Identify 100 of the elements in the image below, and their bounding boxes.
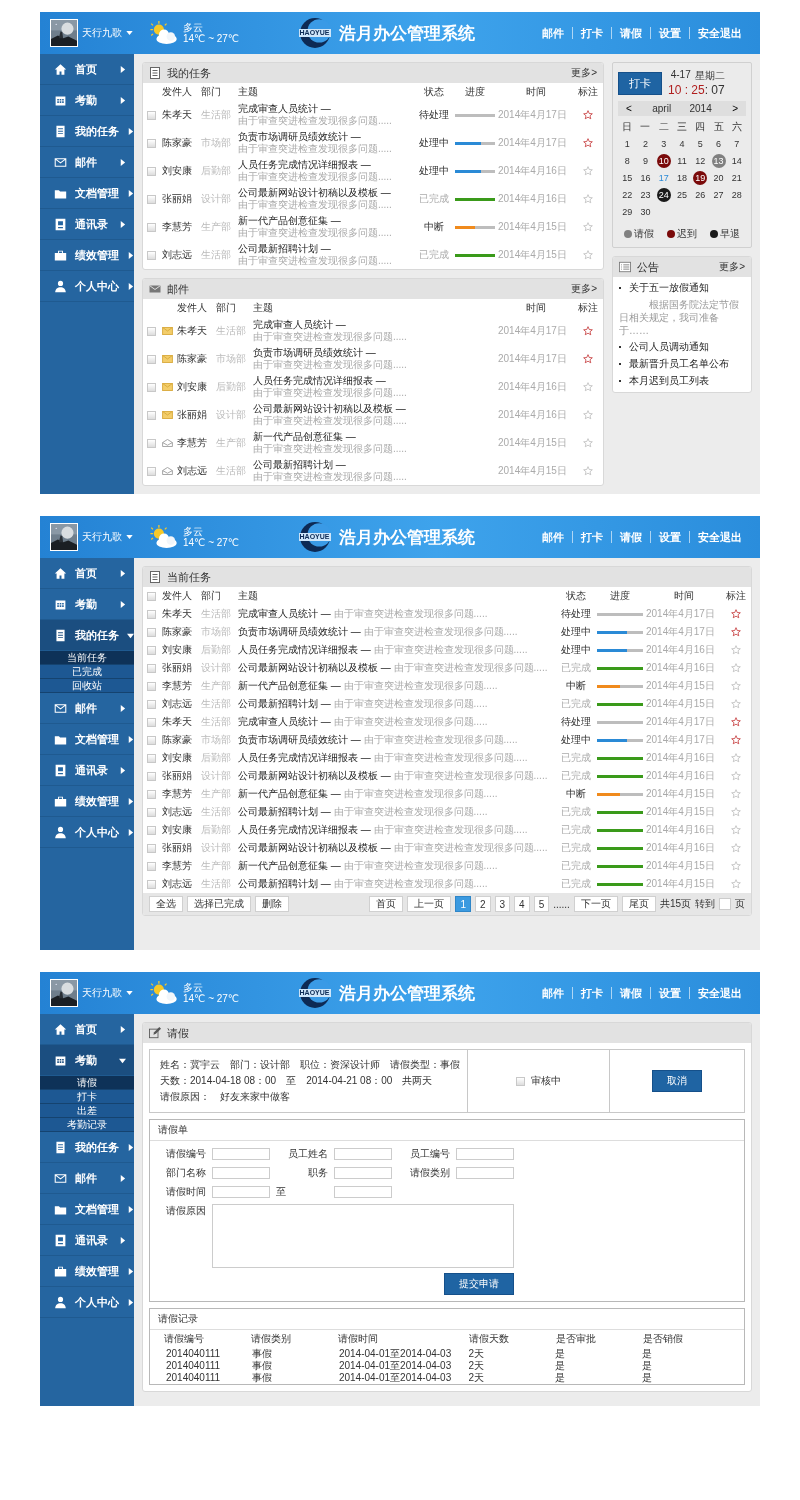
submenu-item[interactable]: 打卡	[40, 1090, 134, 1104]
star-icon[interactable]	[583, 438, 593, 448]
more-link[interactable]: 更多>	[719, 260, 745, 274]
checkbox[interactable]	[147, 250, 156, 260]
page-button[interactable]: 5	[533, 896, 550, 912]
user-name[interactable]: 天行九歌	[82, 986, 122, 1000]
star-icon[interactable]	[731, 663, 741, 673]
checkbox[interactable]	[147, 591, 156, 601]
star-icon[interactable]	[583, 194, 593, 204]
calendar-day[interactable]: 4	[675, 137, 689, 151]
page-button[interactable]: 3	[494, 896, 511, 912]
checkbox[interactable]	[147, 879, 156, 889]
sidebar-item[interactable]: 我的任务	[40, 620, 134, 651]
star-icon[interactable]	[583, 166, 593, 176]
checkbox[interactable]	[147, 410, 156, 420]
star-icon[interactable]	[731, 807, 741, 817]
notice-link[interactable]: 关于五一放假通知	[629, 281, 709, 295]
sidebar-item[interactable]: 考勤	[40, 1045, 134, 1076]
calendar-day[interactable]: 23	[638, 188, 653, 202]
calendar-day[interactable]: 26	[693, 188, 708, 202]
input-field[interactable]	[212, 1186, 270, 1198]
input-field[interactable]	[212, 1167, 270, 1179]
notice-link[interactable]: 公司人员调动通知	[629, 340, 709, 354]
task-subject[interactable]: 人员任务完成情况详细报表 —	[238, 824, 371, 835]
calendar-day[interactable]: 22	[620, 188, 635, 202]
input-field[interactable]	[456, 1167, 514, 1179]
star-icon[interactable]	[731, 879, 741, 889]
star-icon[interactable]	[731, 627, 741, 637]
task-subject[interactable]: 完成审查人员统计 —	[238, 608, 331, 619]
calendar-day[interactable]: 30	[638, 205, 653, 219]
task-subject[interactable]: 新一代产品创意征集 —	[238, 680, 341, 691]
input-field[interactable]	[334, 1148, 392, 1160]
checkbox[interactable]	[147, 326, 156, 336]
previous-page-button[interactable]: 上一页	[407, 896, 452, 912]
task-subject[interactable]: 公司最新网站设计初稿以及模板 —	[238, 662, 391, 673]
mail-subject[interactable]: 新一代产品创意征集 —	[253, 431, 495, 443]
checkbox[interactable]	[147, 194, 156, 204]
submit-button[interactable]: 提交申请	[444, 1273, 514, 1295]
calendar-day[interactable]: 6	[711, 137, 726, 151]
calendar-day[interactable]: 14	[729, 154, 744, 168]
calendar-day[interactable]: 9	[638, 154, 653, 168]
input-field[interactable]	[334, 1167, 392, 1179]
checkbox[interactable]	[147, 681, 156, 691]
checkbox[interactable]	[147, 843, 156, 853]
star-icon[interactable]	[731, 771, 741, 781]
task-subject[interactable]: 人员任务完成情况详细报表 —	[238, 752, 371, 763]
task-subject[interactable]: 公司最新网站设计初稿以及模板 —	[238, 770, 391, 781]
calendar-day[interactable]: 2	[638, 137, 653, 151]
task-subject[interactable]: 负责市场调研员绩效统计 —	[238, 734, 361, 745]
star-icon[interactable]	[731, 609, 741, 619]
input-field[interactable]	[212, 1148, 270, 1160]
calendar-day[interactable]: 5	[693, 137, 708, 151]
calendar-day[interactable]: 11	[675, 154, 689, 168]
star-icon[interactable]	[731, 735, 741, 745]
task-subject[interactable]: 公司最新招聘计划 —	[238, 698, 331, 709]
calendar-day[interactable]: 16	[638, 171, 653, 185]
submenu-item[interactable]: 请假	[40, 1076, 134, 1090]
calendar-day[interactable]: 29	[620, 205, 635, 219]
action-button[interactable]: 全选	[149, 896, 183, 912]
star-icon[interactable]	[583, 410, 593, 420]
mail-subject[interactable]: 人员任务完成情况详细报表 —	[253, 375, 495, 387]
checkbox[interactable]	[147, 663, 156, 673]
checkbox[interactable]	[147, 222, 156, 232]
calendar-day[interactable]: 15	[620, 171, 635, 185]
star-icon[interactable]	[583, 326, 593, 336]
submenu-item[interactable]: 当前任务	[40, 651, 134, 665]
caret-icon[interactable]	[126, 991, 133, 995]
checkbox[interactable]	[147, 861, 156, 871]
more-link[interactable]: 更多>	[571, 66, 597, 80]
calendar-day[interactable]: 12	[693, 154, 708, 168]
star-icon[interactable]	[583, 382, 593, 392]
task-subject[interactable]: 人员任务完成情况详细报表 —	[238, 644, 371, 655]
star-icon[interactable]	[731, 753, 741, 763]
checkbox[interactable]	[147, 717, 156, 727]
star-icon[interactable]	[583, 466, 593, 476]
checkbox[interactable]	[147, 789, 156, 799]
checkbox[interactable]	[147, 645, 156, 655]
checkbox[interactable]	[516, 1076, 526, 1086]
checkbox[interactable]	[147, 110, 156, 120]
task-subject[interactable]: 人员任务完成情况详细报表 —	[238, 159, 413, 171]
task-subject[interactable]: 新一代产品创意征集 —	[238, 860, 341, 871]
calendar-day[interactable]: 25	[675, 188, 689, 202]
next-month-button[interactable]: >	[730, 103, 740, 114]
notice-link[interactable]: 最新晋升员工名单公布	[629, 357, 729, 371]
star-icon[interactable]	[731, 843, 741, 853]
task-subject[interactable]: 完成审查人员统计 —	[238, 716, 331, 727]
task-subject[interactable]: 公司最新网站设计初稿以及模板 —	[238, 842, 391, 853]
checkbox[interactable]	[147, 807, 156, 817]
checkbox[interactable]	[147, 166, 156, 176]
action-button[interactable]: 选择已完成	[187, 896, 251, 912]
mail-subject[interactable]: 公司最新招聘计划 —	[253, 459, 495, 471]
page-input-field[interactable]	[719, 898, 731, 910]
checkbox[interactable]	[147, 735, 156, 745]
submenu-item[interactable]: 考勤记录	[40, 1118, 134, 1132]
task-subject[interactable]: 完成审查人员统计 —	[238, 103, 413, 115]
task-subject[interactable]: 公司最新网站设计初稿以及模板 —	[238, 187, 413, 199]
punch-button[interactable]: 打卡	[618, 71, 662, 95]
calendar-day[interactable]: 19	[693, 171, 708, 185]
checkbox[interactable]	[147, 825, 156, 835]
mail-subject[interactable]: 公司最新网站设计初稿以及模板 —	[253, 403, 495, 415]
